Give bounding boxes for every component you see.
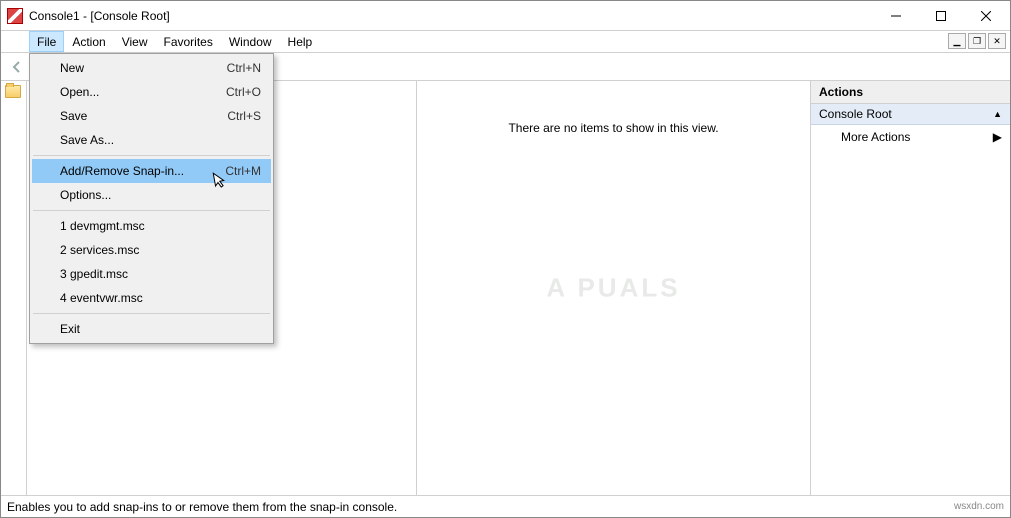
menu-shortcut: Ctrl+S [227, 109, 261, 123]
menu-file[interactable]: File [29, 31, 64, 52]
file-menu-dropdown: New Ctrl+N Open... Ctrl+O Save Ctrl+S Sa… [29, 53, 274, 344]
menu-shortcut: Ctrl+M [225, 164, 261, 178]
more-actions[interactable]: More Actions ▶ [811, 125, 1010, 149]
menu-separator [33, 210, 270, 211]
actions-group[interactable]: Console Root ▲ [811, 104, 1010, 125]
actions-group-label: Console Root [819, 107, 892, 121]
collapse-icon: ▲ [993, 109, 1002, 119]
actions-pane: Actions Console Root ▲ More Actions ▶ [810, 81, 1010, 495]
titlebar: Console1 - [Console Root] [1, 1, 1010, 31]
maximize-button[interactable] [918, 1, 963, 30]
menu-separator [33, 313, 270, 314]
menu-label: Options... [60, 188, 111, 202]
more-actions-label: More Actions [841, 130, 910, 144]
menu-item-save[interactable]: Save Ctrl+S [32, 104, 271, 128]
menu-item-save-as[interactable]: Save As... [32, 128, 271, 152]
empty-message: There are no items to show in this view. [417, 121, 810, 135]
menu-label: New [60, 61, 84, 75]
mdi-close-button[interactable]: ✕ [988, 33, 1006, 49]
menu-help[interactable]: Help [280, 31, 321, 52]
menu-label: 1 devmgmt.msc [60, 219, 145, 233]
details-pane: There are no items to show in this view.… [417, 81, 810, 495]
menu-label: 4 eventvwr.msc [60, 291, 143, 305]
menu-label: 2 services.msc [60, 243, 139, 257]
menu-item-exit[interactable]: Exit [32, 317, 271, 341]
menu-window[interactable]: Window [221, 31, 280, 52]
menu-shortcut: Ctrl+N [227, 61, 261, 75]
menu-item-open[interactable]: Open... Ctrl+O [32, 80, 271, 104]
menu-shortcut: Ctrl+O [226, 85, 261, 99]
console-root-folder-icon[interactable] [5, 85, 21, 98]
close-button[interactable] [963, 1, 1008, 30]
status-text: Enables you to add snap-ins to or remove… [7, 500, 397, 514]
window-controls [873, 1, 1008, 30]
menu-action[interactable]: Action [64, 31, 113, 52]
menu-item-new[interactable]: New Ctrl+N [32, 56, 271, 80]
app-icon [7, 8, 23, 24]
menu-item-options[interactable]: Options... [32, 183, 271, 207]
menu-label: Add/Remove Snap-in... [60, 164, 184, 178]
attribution: wsxdn.com [954, 501, 1004, 512]
menu-view[interactable]: View [114, 31, 156, 52]
statusbar: Enables you to add snap-ins to or remove… [1, 495, 1010, 517]
minimize-button[interactable] [873, 1, 918, 30]
menu-label: 3 gpedit.msc [60, 267, 128, 281]
menubar: File Action View Favorites Window Help ▁… [1, 31, 1010, 53]
menu-label: Save As... [60, 133, 114, 147]
menu-item-recent-4[interactable]: 4 eventvwr.msc [32, 286, 271, 310]
submenu-arrow-icon: ▶ [993, 130, 1002, 144]
menu-label: Save [60, 109, 87, 123]
menu-item-recent-3[interactable]: 3 gpedit.msc [32, 262, 271, 286]
mdi-minimize-button[interactable]: ▁ [948, 33, 966, 49]
menu-item-recent-2[interactable]: 2 services.msc [32, 238, 271, 262]
window-title: Console1 - [Console Root] [29, 9, 873, 23]
mdi-controls: ▁ ❐ ✕ [948, 33, 1006, 49]
menu-item-recent-1[interactable]: 1 devmgmt.msc [32, 214, 271, 238]
menu-label: Open... [60, 85, 99, 99]
watermark: A PUALS [546, 273, 680, 304]
menu-label: Exit [60, 322, 80, 336]
actions-header: Actions [811, 81, 1010, 104]
mdi-restore-button[interactable]: ❐ [968, 33, 986, 49]
menu-favorites[interactable]: Favorites [156, 31, 221, 52]
menu-item-add-remove-snapin[interactable]: Add/Remove Snap-in... Ctrl+M [32, 159, 271, 183]
back-button[interactable] [5, 55, 29, 79]
tree-pane [1, 81, 27, 495]
menu-separator [33, 155, 270, 156]
